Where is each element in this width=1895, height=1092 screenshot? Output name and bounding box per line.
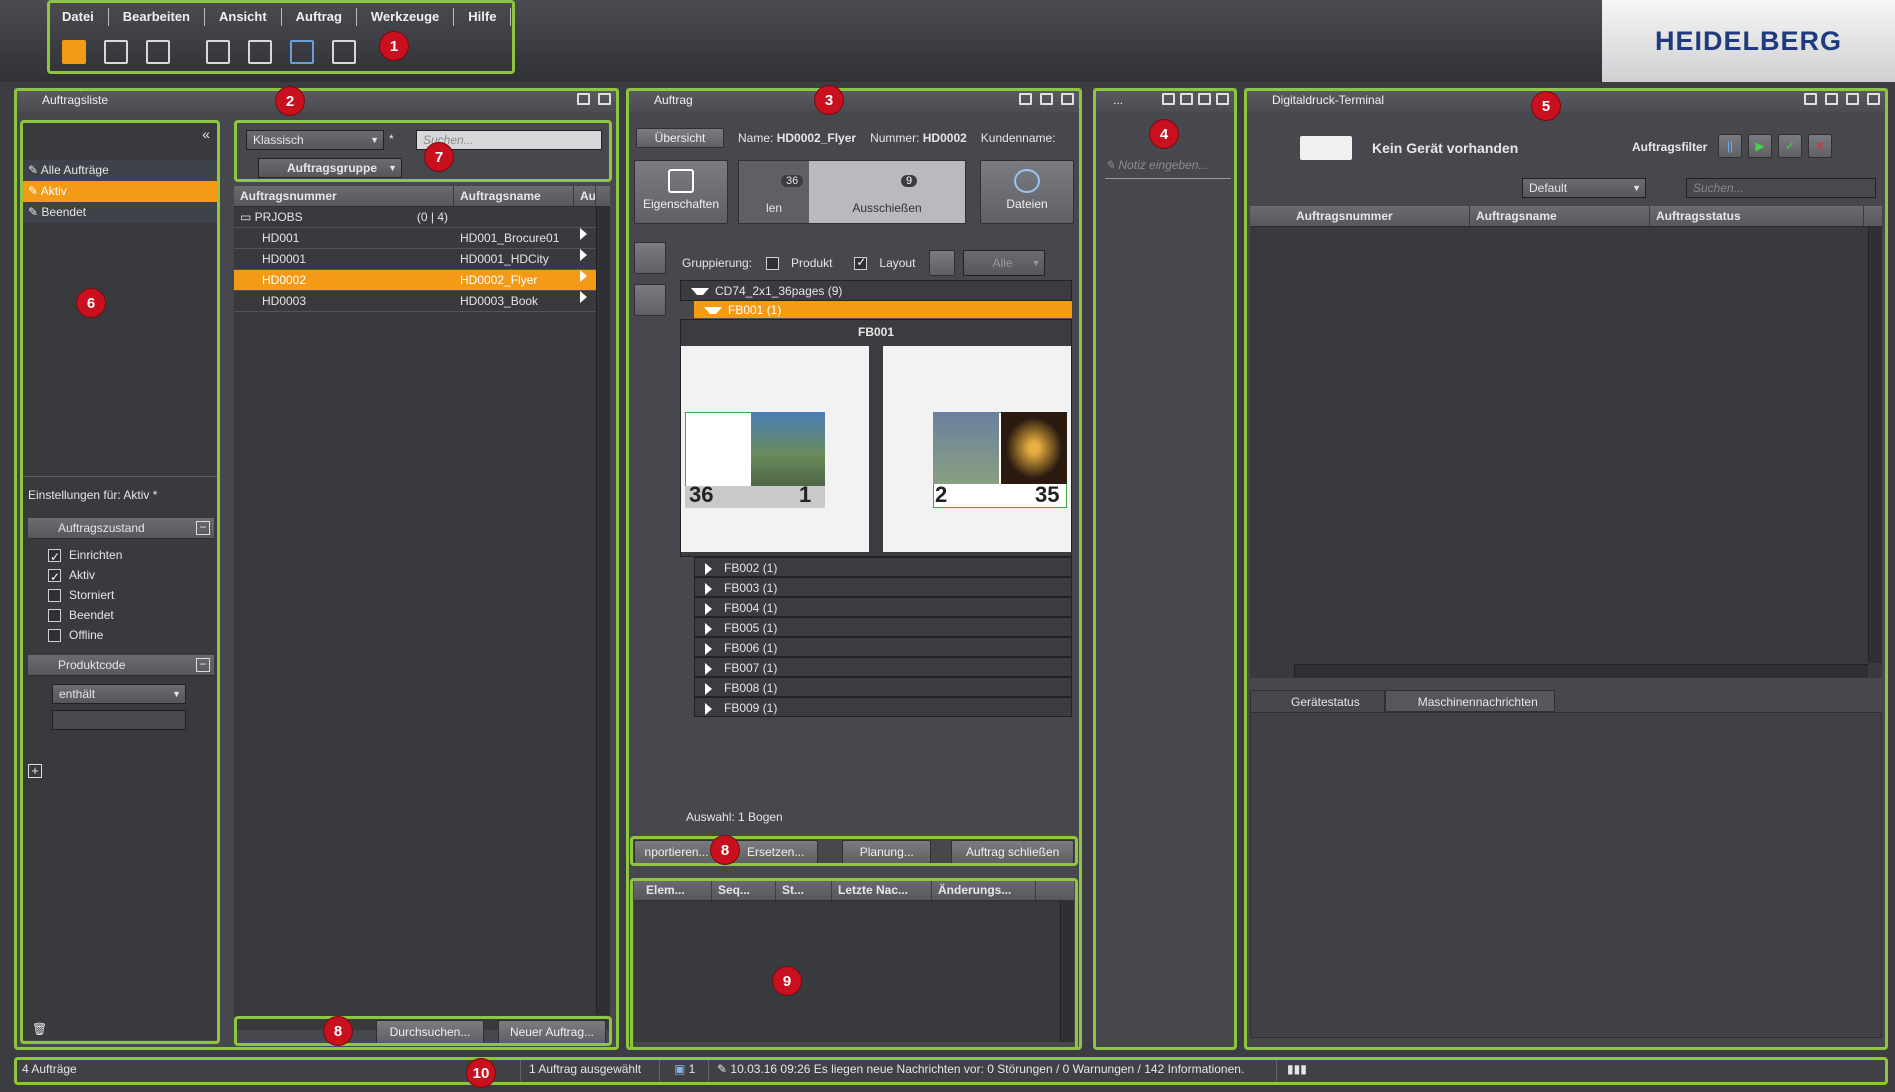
group-count: (0 | 4)	[416, 210, 448, 224]
status-highlight	[14, 1057, 1888, 1085]
job-list-bottom-highlight	[234, 1016, 612, 1046]
heidelberg-logo: HEIDELBERG	[1602, 0, 1895, 82]
chart-tool-icon[interactable]	[104, 40, 128, 64]
filter-sidebar-highlight	[20, 120, 220, 1044]
menu-hilfe[interactable]: Hilfe	[454, 8, 512, 26]
table-row[interactable]: HD0003 HD0003_Book	[234, 291, 610, 312]
cell-name: HD001_Brocure01	[460, 231, 560, 245]
col-au[interactable]: Au	[574, 186, 596, 206]
group-row[interactable]: ▭ PRJOBS (0 | 4)	[234, 207, 610, 228]
badge-1: 1	[380, 32, 408, 60]
job-list-scrollbar[interactable]	[596, 207, 610, 1015]
cell-name: HD0002_Flyer	[460, 273, 538, 287]
table-row[interactable]: HD001 HD001_Brocure01	[234, 228, 610, 249]
history-highlight	[630, 878, 1078, 1050]
graph-tool-icon[interactable]	[290, 40, 314, 64]
menu-bearbeiten[interactable]: Bearbeiten	[109, 8, 205, 26]
table-row[interactable]: HD0002 HD0002_Flyer	[234, 270, 610, 291]
brand-text: HEIDELBERG	[1654, 25, 1843, 56]
job-list-top-highlight	[234, 120, 612, 182]
import-tool-icon[interactable]	[248, 40, 272, 64]
badge-8a: 8	[324, 1017, 352, 1045]
main-menu: Datei Bearbeiten Ansicht Auftrag Werkzeu…	[58, 8, 512, 26]
badge-7: 7	[425, 143, 453, 171]
badge-3: 3	[815, 86, 843, 114]
group-name: PRJOBS	[254, 210, 303, 224]
settings-tool-icon[interactable]	[146, 40, 170, 64]
badge-6: 6	[77, 289, 105, 317]
col-auftragsname[interactable]: Auftragsname	[454, 186, 574, 206]
terminal-highlight	[1244, 88, 1888, 1050]
badge-2: 2	[276, 87, 304, 115]
table-row[interactable]: HD0001 HD0001_HDCity	[234, 249, 610, 270]
cell-nr: HD0002	[262, 273, 307, 287]
notes-highlight	[1093, 88, 1237, 1050]
badge-5: 5	[1532, 92, 1560, 120]
cell-name: HD0001_HDCity	[460, 252, 549, 266]
col-auftragsnummer[interactable]: Auftragsnummer	[234, 186, 454, 206]
menu-werkzeuge[interactable]: Werkzeuge	[357, 8, 455, 26]
job-list-area: Klassisch * Suchen... Auftragsgruppe Auf…	[234, 122, 610, 1044]
new-job-icon[interactable]	[62, 40, 86, 64]
cell-name: HD0003_Book	[460, 294, 539, 308]
cell-nr: HD0001	[262, 252, 307, 266]
badge-4: 4	[1150, 120, 1178, 148]
badge-10: 10	[467, 1059, 495, 1087]
job-table-header: Auftragsnummer Auftragsname Au	[234, 186, 610, 207]
badge-8b: 8	[711, 836, 739, 864]
cell-nr: HD001	[262, 231, 300, 245]
cell-nr: HD0003	[262, 294, 307, 308]
menu-auftrag[interactable]: Auftrag	[282, 8, 357, 26]
menu-datei[interactable]: Datei	[58, 8, 109, 26]
report-tool-icon[interactable]	[332, 40, 356, 64]
main-toolbar	[62, 40, 356, 64]
job-tool-icon[interactable]	[206, 40, 230, 64]
badge-9: 9	[773, 967, 801, 995]
action-buttons-highlight	[630, 836, 1078, 866]
menu-ansicht[interactable]: Ansicht	[205, 8, 282, 26]
